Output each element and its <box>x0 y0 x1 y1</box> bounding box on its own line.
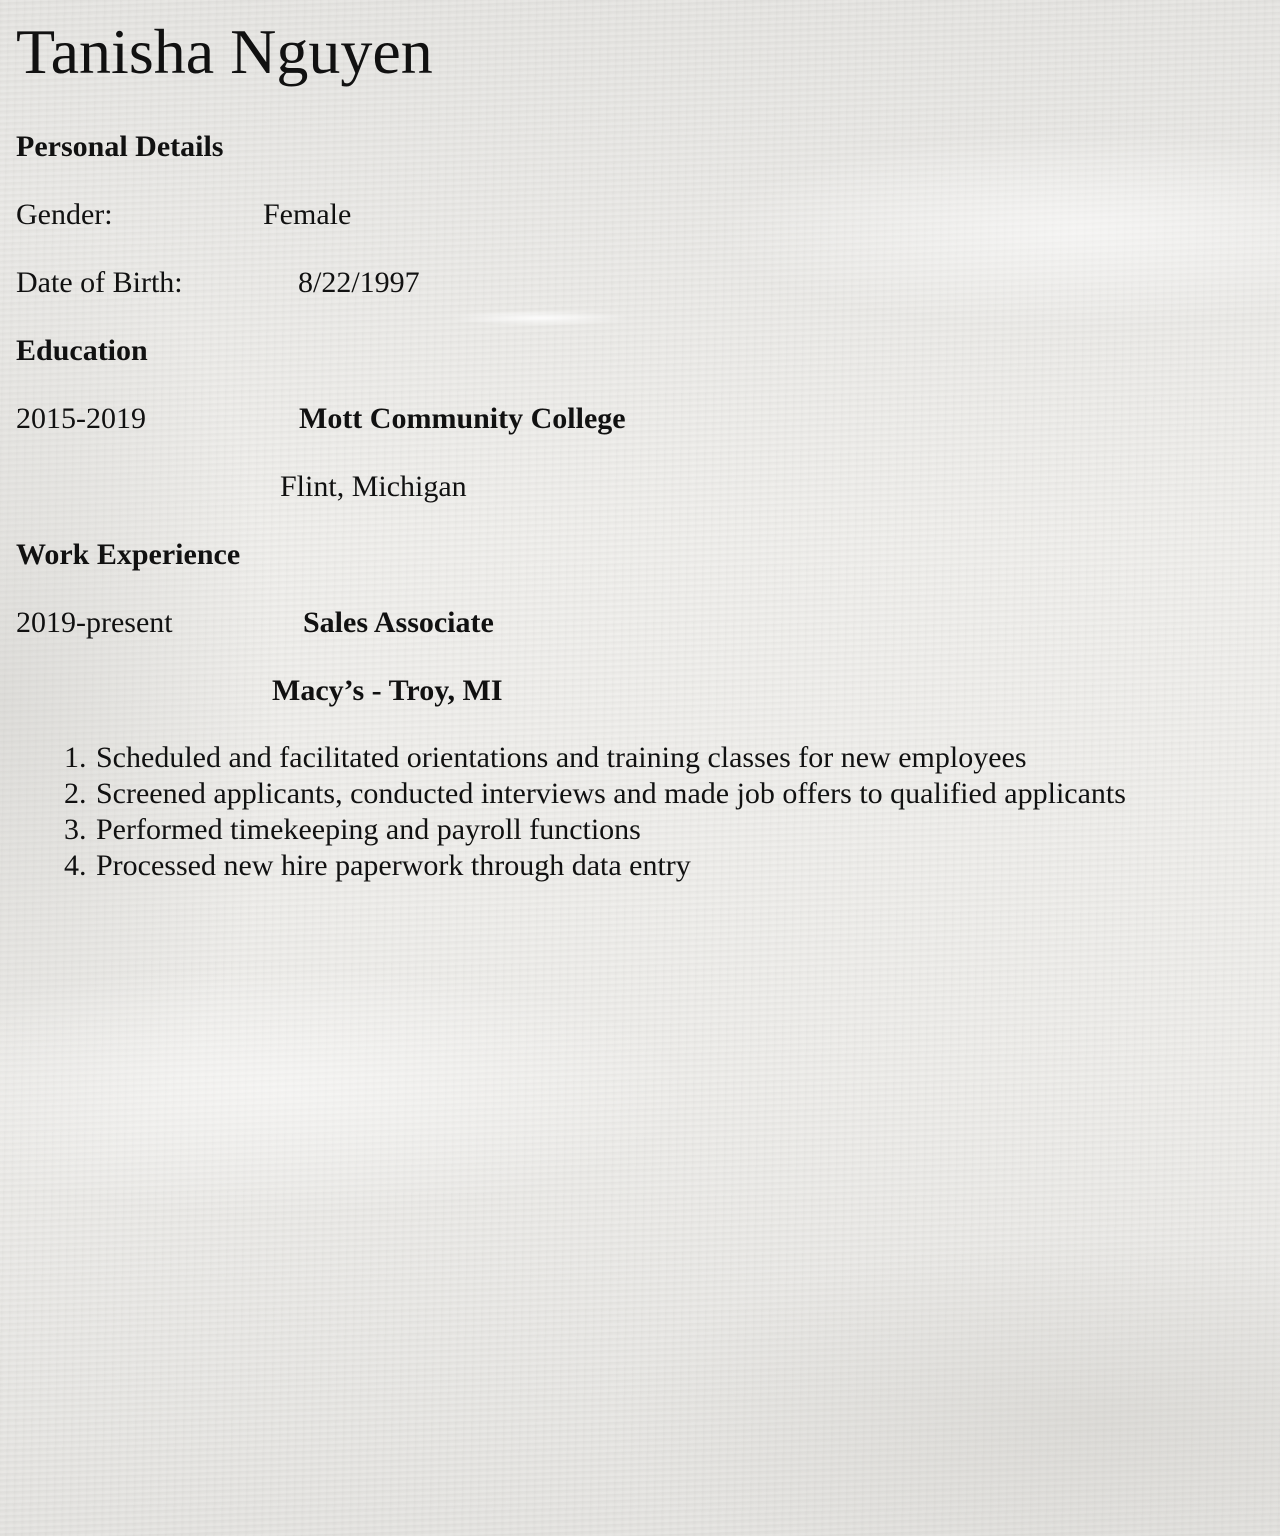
dob-value: 8/22/1997 <box>298 266 420 299</box>
school-location: Flint, Michigan <box>280 470 467 503</box>
work-experience-heading: Work Experience <box>16 538 241 571</box>
employer: Macy’s - Troy, MI <box>272 674 503 707</box>
list-item-text: Scheduled and facilitated orientations a… <box>96 741 1027 774</box>
resume-page: Tanisha Nguyen Personal Details Gender: … <box>0 0 1280 1536</box>
list-item: 2. Screened applicants, conducted interv… <box>0 776 1126 812</box>
list-item-number: 4. <box>64 849 87 882</box>
list-item-number: 1. <box>64 741 87 774</box>
job-title: Sales Associate <box>303 606 494 639</box>
dob-label: Date of Birth: <box>16 266 183 299</box>
list-item: 1. Scheduled and facilitated orientation… <box>0 740 1126 776</box>
education-years: 2015-2019 <box>16 402 146 435</box>
education-heading: Education <box>16 334 148 367</box>
duties-list: 1. Scheduled and facilitated orientation… <box>0 740 1126 884</box>
list-item-number: 3. <box>64 813 87 846</box>
personal-details-heading: Personal Details <box>16 130 224 163</box>
list-item: 3. Performed timekeeping and payroll fun… <box>0 812 1126 848</box>
school-name: Mott Community College <box>299 402 626 435</box>
list-item: 4. Processed new hire paperwork through … <box>0 848 1126 884</box>
work-years: 2019-present <box>16 606 173 639</box>
candidate-name: Tanisha Nguyen <box>16 16 433 87</box>
gender-value: Female <box>263 198 352 231</box>
list-item-text: Performed timekeeping and payroll functi… <box>96 813 641 846</box>
gender-label: Gender: <box>16 198 113 231</box>
list-item-text: Screened applicants, conducted interview… <box>96 777 1126 810</box>
list-item-text: Processed new hire paperwork through dat… <box>96 849 691 882</box>
list-item-number: 2. <box>64 777 87 810</box>
